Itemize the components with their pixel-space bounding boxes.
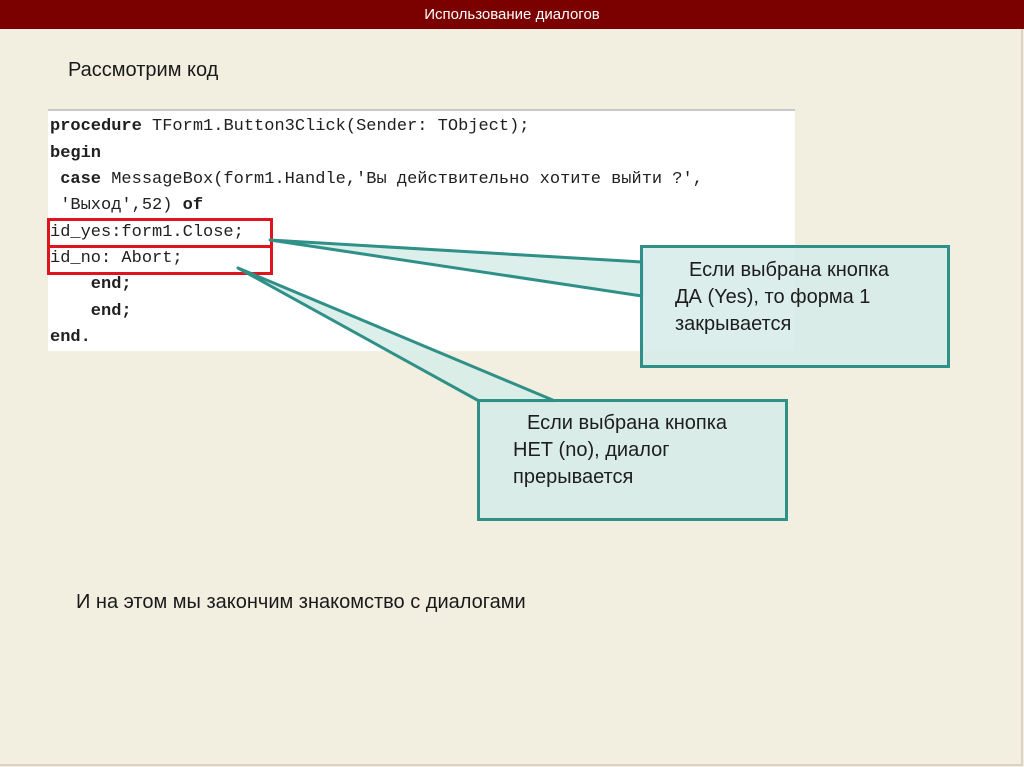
closing-text: И на этом мы закончим знакомство с диало… — [76, 591, 526, 613]
callout-text: ДА (Yes), то форма 1 — [675, 286, 871, 308]
callout-text: НЕТ (no), диалог — [513, 439, 670, 461]
connector-yes — [268, 238, 644, 298]
callout-text: Если выбрана кнопка — [527, 412, 727, 434]
callout-text: Если выбрана кнопка — [689, 259, 889, 281]
callout-text: закрывается — [675, 313, 792, 335]
connector-no — [236, 266, 557, 403]
callout-yes: Если выбрана кнопка ДА (Yes), то форма 1… — [640, 245, 950, 368]
callout-connectors — [236, 238, 644, 403]
callout-no: Если выбрана кнопка НЕТ (no), диалог пре… — [477, 399, 788, 521]
callout-text: прерывается — [513, 466, 634, 488]
